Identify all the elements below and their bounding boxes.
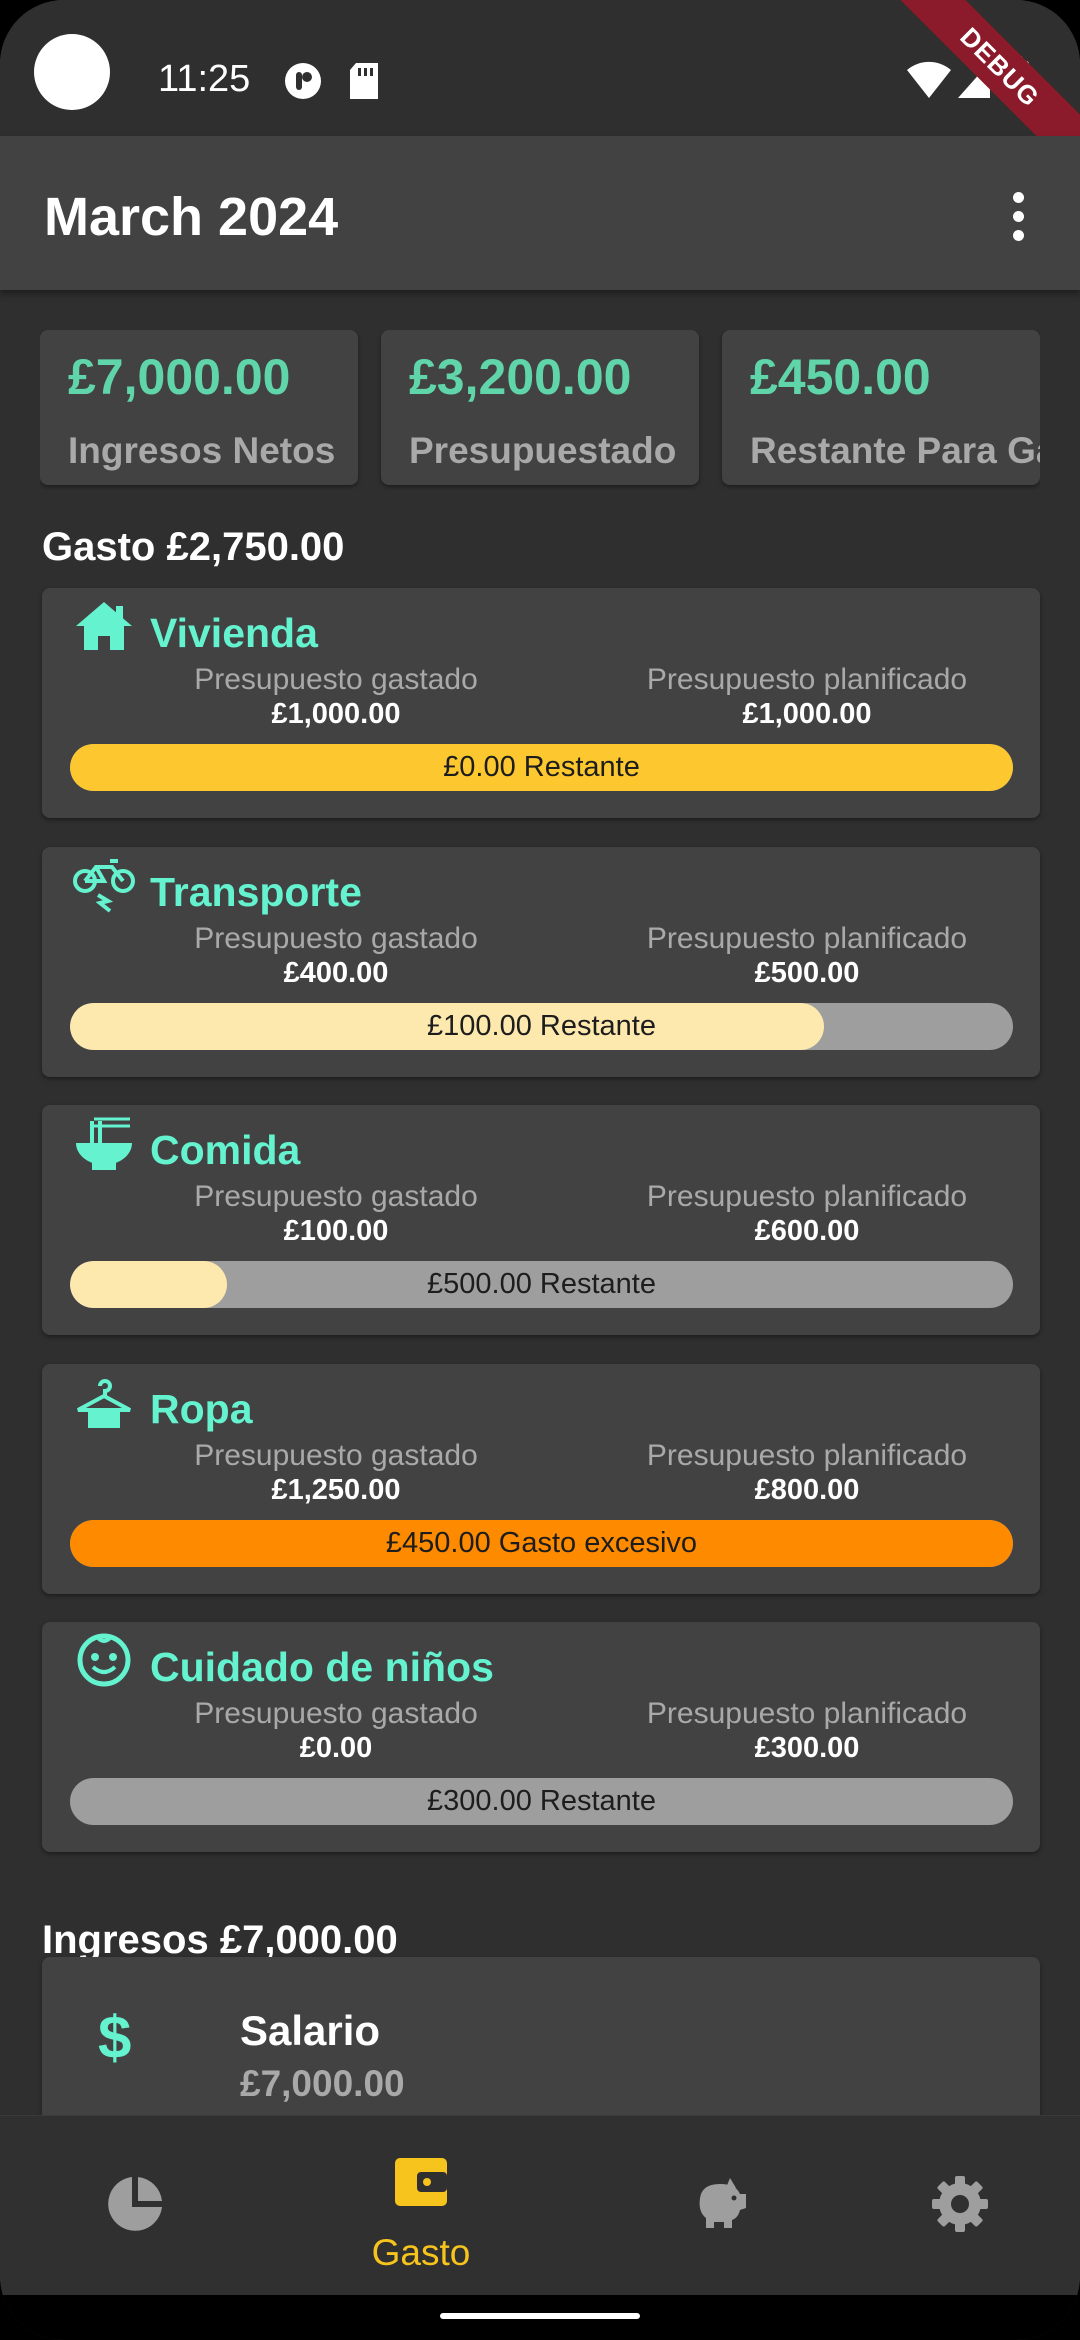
wifi-icon bbox=[907, 61, 951, 98]
summary-amount: £3,200.00 bbox=[409, 349, 632, 405]
spent-label: Presupuesto gastado bbox=[194, 1439, 478, 1472]
income-name: Salario bbox=[240, 2007, 381, 2054]
sd-card-icon bbox=[350, 63, 378, 99]
planned-label: Presupuesto planificado bbox=[646, 922, 968, 955]
progress-status-text: £500.00 Restante bbox=[427, 1268, 656, 1300]
camera-cutout bbox=[34, 34, 110, 110]
planned-value: £500.00 bbox=[754, 957, 860, 989]
hanger-shirt-icon bbox=[77, 1379, 131, 1428]
category-name: Ropa bbox=[150, 1386, 253, 1432]
budget-progress-bar: £500.00 Restante bbox=[70, 1261, 1013, 1308]
summary-amount: £450.00 bbox=[750, 349, 931, 405]
spent-label: Presupuesto gastado bbox=[194, 663, 478, 696]
spent-value: £100.00 bbox=[283, 1215, 389, 1247]
category-name: Comida bbox=[150, 1127, 301, 1173]
gesture-area bbox=[0, 2295, 1080, 2340]
progress-status-text: £0.00 Restante bbox=[443, 751, 640, 783]
bottom-navigation: Gasto bbox=[0, 2115, 1080, 2295]
nav-item-expenses[interactable]: Gasto bbox=[286, 2116, 556, 2296]
status-time: 11:25 bbox=[158, 58, 251, 100]
spent-label: Presupuesto gastado bbox=[194, 922, 478, 955]
category-name: Vivienda bbox=[150, 610, 318, 656]
piggy-bank-icon bbox=[699, 2178, 746, 2228]
nav-label-expenses: Gasto bbox=[371, 2232, 471, 2273]
category-card-ropa[interactable]: Ropa Presupuesto gastado Presupuesto pla… bbox=[42, 1364, 1040, 1594]
category-name: Cuidado de niños bbox=[150, 1644, 494, 1690]
planned-value: £300.00 bbox=[754, 1732, 860, 1764]
category-card-comida[interactable]: Comida Presupuesto gastado Presupuesto p… bbox=[42, 1105, 1040, 1335]
wallet-icon bbox=[395, 2158, 447, 2206]
home-gesture-bar[interactable] bbox=[440, 2313, 640, 2319]
pie-chart-icon bbox=[108, 2177, 162, 2231]
spent-label: Presupuesto gastado bbox=[194, 1697, 478, 1730]
planned-label: Presupuesto planificado bbox=[646, 1697, 968, 1730]
app-bar: March 2024 bbox=[0, 136, 1080, 290]
nav-item-settings[interactable] bbox=[825, 2116, 1080, 2296]
budget-progress-bar: £0.00 Restante bbox=[70, 744, 1013, 791]
noodle-bowl-icon bbox=[76, 1117, 132, 1170]
nav-item-overview[interactable] bbox=[0, 2116, 270, 2296]
summary-label: Restante Para Gastar bbox=[750, 430, 1040, 471]
app-notification-icon bbox=[285, 63, 321, 99]
spent-value: £0.00 bbox=[299, 1732, 373, 1764]
summary-card-budgeted[interactable]: £3,200.00 Presupuestado bbox=[381, 330, 699, 485]
spent-value: £1,000.00 bbox=[271, 698, 401, 730]
summary-label: Presupuestado bbox=[409, 430, 677, 471]
planned-value: £1,000.00 bbox=[742, 698, 872, 730]
spent-value: £1,250.00 bbox=[271, 1474, 401, 1506]
progress-status-text: £300.00 Restante bbox=[427, 1785, 656, 1817]
dollar-icon: $ bbox=[98, 2004, 132, 2071]
category-card-cuidado-de-ninos[interactable]: Cuidado de niños Presupuesto gastado Pre… bbox=[42, 1622, 1040, 1852]
gear-icon bbox=[932, 2176, 988, 2232]
summary-card-left-to-spend[interactable]: £450.00 Restante Para Gastar bbox=[722, 330, 1040, 485]
income-item-salario[interactable]: $ Salario £7,000.00 bbox=[42, 1957, 1040, 2115]
main-content[interactable]: £7,000.00 Ingresos Netos £3,200.00 Presu… bbox=[0, 290, 1080, 2115]
category-card-transporte[interactable]: Transporte Presupuesto gastado Presupues… bbox=[42, 847, 1040, 1077]
budget-progress-bar: £100.00 Restante bbox=[70, 1003, 1013, 1050]
summary-cards-row[interactable]: £7,000.00 Ingresos Netos £3,200.00 Presu… bbox=[40, 330, 1040, 490]
summary-card-net-income[interactable]: £7,000.00 Ingresos Netos bbox=[40, 330, 358, 485]
progress-status-text: £450.00 Gasto excesivo bbox=[385, 1527, 698, 1559]
planned-value: £800.00 bbox=[754, 1474, 860, 1506]
summary-amount: £7,000.00 bbox=[68, 349, 291, 405]
planned-label: Presupuesto planificado bbox=[646, 1180, 968, 1213]
bicycle-icon bbox=[73, 859, 135, 913]
expense-section-title: Gasto £2,750.00 bbox=[42, 525, 345, 569]
page-title: March 2024 bbox=[44, 187, 339, 247]
more-vert-icon[interactable] bbox=[996, 188, 1040, 242]
category-name: Transporte bbox=[150, 869, 362, 915]
phone-screen: 11:25 DEBUG March 2024 £7,000.00 Ingreso… bbox=[0, 0, 1080, 2340]
planned-label: Presupuesto planificado bbox=[646, 1439, 968, 1472]
planned-label: Presupuesto planificado bbox=[646, 663, 968, 696]
planned-value: £600.00 bbox=[754, 1215, 860, 1247]
status-bar: 11:25 DEBUG bbox=[0, 0, 1080, 190]
budget-progress-bar: £300.00 Restante bbox=[70, 1778, 1013, 1825]
summary-label: Ingresos Netos bbox=[68, 430, 336, 471]
category-card-vivienda[interactable]: Vivienda Presupuesto gastado Presupuesto… bbox=[42, 588, 1040, 818]
budget-progress-bar: £450.00 Gasto excesivo bbox=[70, 1520, 1013, 1567]
house-icon bbox=[76, 602, 132, 650]
income-amount: £7,000.00 bbox=[240, 2063, 405, 2104]
spent-value: £400.00 bbox=[283, 957, 389, 989]
nav-item-savings[interactable] bbox=[585, 2116, 855, 2296]
progress-status-text: £100.00 Restante bbox=[427, 1010, 656, 1042]
spent-label: Presupuesto gastado bbox=[194, 1180, 478, 1213]
child-face-icon bbox=[77, 1633, 131, 1687]
